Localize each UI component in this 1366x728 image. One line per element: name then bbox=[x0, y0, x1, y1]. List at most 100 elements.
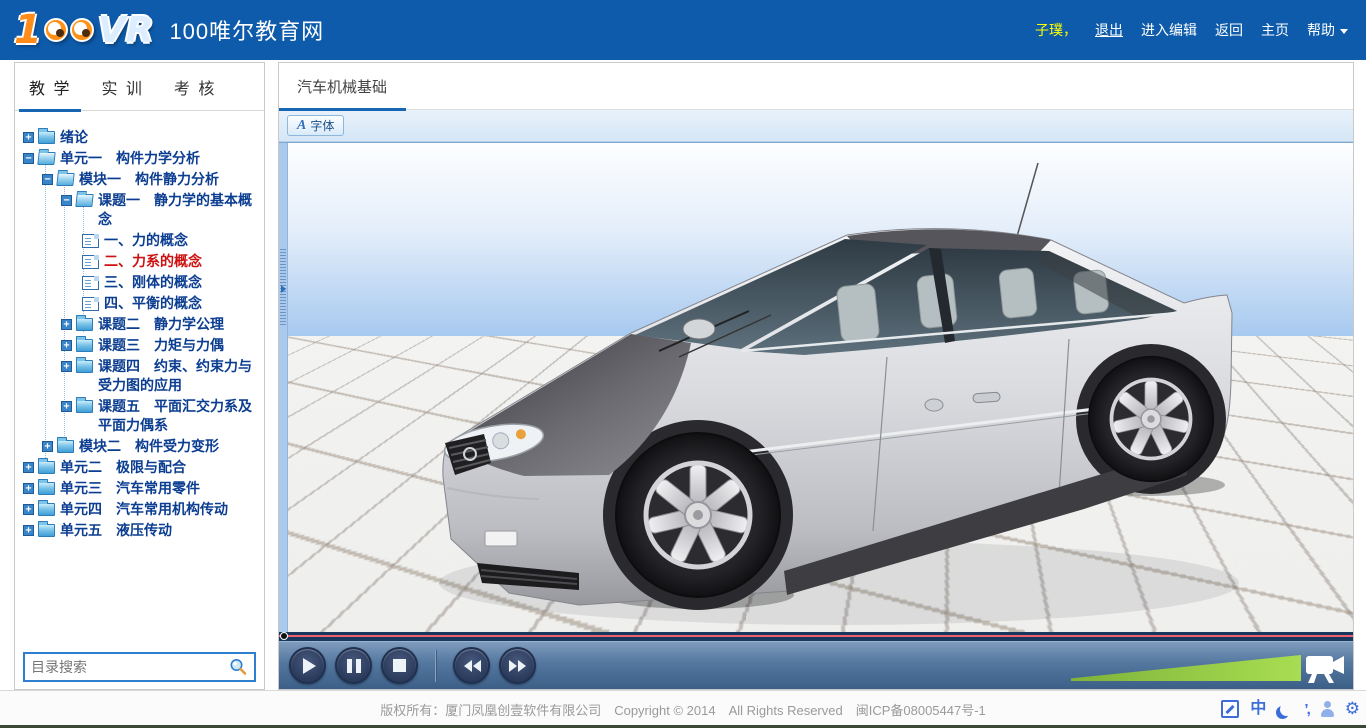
tree-item[interactable]: 三、刚体的概念 bbox=[15, 273, 264, 292]
collapse-minus-icon[interactable]: − bbox=[42, 174, 53, 185]
header-links: 子璞， 退出 进入编辑 返回 主页 帮助 bbox=[1035, 0, 1348, 60]
copyright-text: 版权所有：厦门凤凰创壹软件有限公司 Copyright © 2014 All R… bbox=[0, 700, 1366, 719]
doc-icon bbox=[82, 297, 99, 311]
stop-button[interactable] bbox=[381, 647, 418, 684]
tree-item-label[interactable]: 单元五 液压传动 bbox=[60, 521, 172, 540]
ime-language-indicator[interactable]: 中 bbox=[1250, 700, 1266, 718]
tree-item[interactable]: + 单元三 汽车常用零件 bbox=[15, 479, 264, 498]
expand-plus-icon[interactable]: + bbox=[23, 132, 34, 143]
moon-halfwidth-icon[interactable] bbox=[1280, 703, 1293, 716]
tree-item-label[interactable]: 单元四 汽车常用机构传动 bbox=[60, 500, 228, 519]
expand-plus-icon[interactable]: + bbox=[61, 361, 72, 372]
panel-splitter[interactable] bbox=[279, 143, 288, 632]
font-a-icon: A bbox=[297, 118, 306, 134]
tree-item-label[interactable]: 绪论 bbox=[60, 128, 88, 147]
tab-teaching[interactable]: 教 学 bbox=[29, 75, 71, 99]
user-icon[interactable] bbox=[1320, 701, 1334, 717]
fast-forward-button[interactable] bbox=[499, 647, 536, 684]
tree-item[interactable]: 二、力系的概念 bbox=[15, 252, 264, 271]
tree-item[interactable]: + 课题五 平面汇交力系及平面力偶系 bbox=[15, 397, 264, 435]
tree-item-label[interactable]: 课题三 力矩与力偶 bbox=[98, 336, 224, 355]
video-camera-icon[interactable] bbox=[1303, 649, 1347, 685]
tree-item[interactable]: 一、力的概念 bbox=[15, 231, 264, 250]
expand-plus-icon[interactable]: + bbox=[61, 319, 72, 330]
back-link[interactable]: 返回 bbox=[1215, 20, 1243, 40]
tree-item-label[interactable]: 课题五 平面汇交力系及平面力偶系 bbox=[98, 397, 264, 435]
tree-item[interactable]: 四、平衡的概念 bbox=[15, 294, 264, 313]
tree-item-label[interactable]: 单元一 构件力学分析 bbox=[60, 149, 200, 168]
player-seekbar[interactable] bbox=[279, 632, 1353, 641]
tab-assessment[interactable]: 考 核 bbox=[174, 75, 216, 99]
tree-item[interactable]: + 单元四 汽车常用机构传动 bbox=[15, 500, 264, 519]
tree-item[interactable]: + 单元二 极限与配合 bbox=[15, 458, 264, 477]
course-sidebar: 教 学 实 训 考 核 +绪论−单元一 构件力学分析−模块一 构件静力分析−课题… bbox=[14, 62, 265, 690]
folder-closed-icon bbox=[38, 524, 55, 537]
expand-plus-icon[interactable]: + bbox=[42, 441, 53, 452]
catalog-search-box bbox=[23, 652, 256, 682]
pause-button[interactable] bbox=[335, 647, 372, 684]
ime-pen-icon[interactable] bbox=[1221, 700, 1239, 718]
font-button[interactable]: A 字体 bbox=[287, 115, 344, 136]
doc-icon bbox=[82, 234, 99, 248]
expand-plus-icon[interactable]: + bbox=[61, 340, 72, 351]
expand-plus-icon[interactable]: + bbox=[23, 462, 34, 473]
tree-item-label[interactable]: 课题一 静力学的基本概念 bbox=[98, 191, 264, 229]
folder-closed-icon bbox=[76, 318, 93, 331]
car-3d-model[interactable] bbox=[279, 143, 1343, 632]
viewer-toolbar: A 字体 bbox=[279, 110, 1353, 142]
search-input[interactable] bbox=[31, 659, 228, 675]
3d-viewer[interactable] bbox=[279, 142, 1353, 632]
tree-item[interactable]: + 绪论 bbox=[15, 128, 264, 147]
rewind-button[interactable] bbox=[453, 647, 490, 684]
fast-forward-icon bbox=[509, 660, 527, 672]
tree-item[interactable]: + 课题四 约束、约束力与受力图的应用 bbox=[15, 357, 264, 395]
folder-closed-icon bbox=[38, 461, 55, 474]
tree-item[interactable]: + 单元五 液压传动 bbox=[15, 521, 264, 540]
punctuation-icon[interactable]: ’, bbox=[1304, 701, 1308, 718]
home-link[interactable]: 主页 bbox=[1261, 20, 1289, 40]
search-icon[interactable] bbox=[228, 657, 248, 677]
tab-training[interactable]: 实 训 bbox=[101, 75, 143, 99]
logo-eye-icon bbox=[44, 18, 68, 42]
tree-item[interactable]: + 课题三 力矩与力偶 bbox=[15, 336, 264, 355]
play-button[interactable] bbox=[289, 647, 326, 684]
tree-item-label[interactable]: 模块一 构件静力分析 bbox=[79, 170, 219, 189]
seek-knob[interactable] bbox=[280, 632, 288, 640]
tree-item-label[interactable]: 课题二 静力学公理 bbox=[98, 315, 224, 334]
tree-item-label[interactable]: 三、刚体的概念 bbox=[104, 273, 202, 292]
tab-course-title[interactable]: 汽车机械基础 bbox=[279, 76, 387, 97]
tree-item-label[interactable]: 四、平衡的概念 bbox=[104, 294, 202, 313]
tree-item-label[interactable]: 模块二 构件受力变形 bbox=[79, 437, 219, 456]
tree-item[interactable]: + 课题二 静力学公理 bbox=[15, 315, 264, 334]
help-menu[interactable]: 帮助 bbox=[1307, 20, 1348, 40]
expand-plus-icon[interactable]: + bbox=[23, 525, 34, 536]
tree-item-label[interactable]: 二、力系的概念 bbox=[104, 252, 202, 271]
tree-item[interactable]: − 课题一 静力学的基本概念 bbox=[15, 191, 264, 229]
gear-icon[interactable]: ⚙ bbox=[1345, 700, 1360, 718]
tree-item-label[interactable]: 一、力的概念 bbox=[104, 231, 188, 250]
collapse-minus-icon[interactable]: − bbox=[23, 153, 34, 164]
expand-plus-icon[interactable]: + bbox=[23, 504, 34, 515]
footer: 版权所有：厦门凤凰创壹软件有限公司 Copyright © 2014 All R… bbox=[0, 690, 1366, 725]
logo-digit: 1 bbox=[14, 7, 42, 53]
folder-closed-icon bbox=[76, 400, 93, 413]
volume-wedge[interactable] bbox=[1071, 655, 1301, 681]
tree-item[interactable]: − 单元一 构件力学分析 bbox=[15, 149, 264, 168]
controls-divider bbox=[435, 650, 436, 682]
font-button-label: 字体 bbox=[310, 117, 334, 134]
tree-item-label[interactable]: 单元二 极限与配合 bbox=[60, 458, 186, 477]
enter-edit-link[interactable]: 进入编辑 bbox=[1141, 20, 1197, 40]
logo-eye-icon bbox=[70, 18, 94, 42]
splitter-collapse-arrow-icon bbox=[281, 285, 286, 293]
collapse-minus-icon[interactable]: − bbox=[61, 195, 72, 206]
site-title: 100唯尔教育网 bbox=[169, 14, 324, 46]
tree-item-label[interactable]: 课题四 约束、约束力与受力图的应用 bbox=[98, 357, 264, 395]
expand-plus-icon[interactable]: + bbox=[61, 401, 72, 412]
tree-item-label[interactable]: 单元三 汽车常用零件 bbox=[60, 479, 200, 498]
chevron-down-icon bbox=[1340, 29, 1348, 34]
site-logo[interactable]: 1 VR bbox=[14, 7, 153, 53]
tree-item[interactable]: + 模块二 构件受力变形 bbox=[15, 437, 264, 456]
tree-item[interactable]: − 模块一 构件静力分析 bbox=[15, 170, 264, 189]
logout-link[interactable]: 退出 bbox=[1095, 20, 1123, 40]
expand-plus-icon[interactable]: + bbox=[23, 483, 34, 494]
